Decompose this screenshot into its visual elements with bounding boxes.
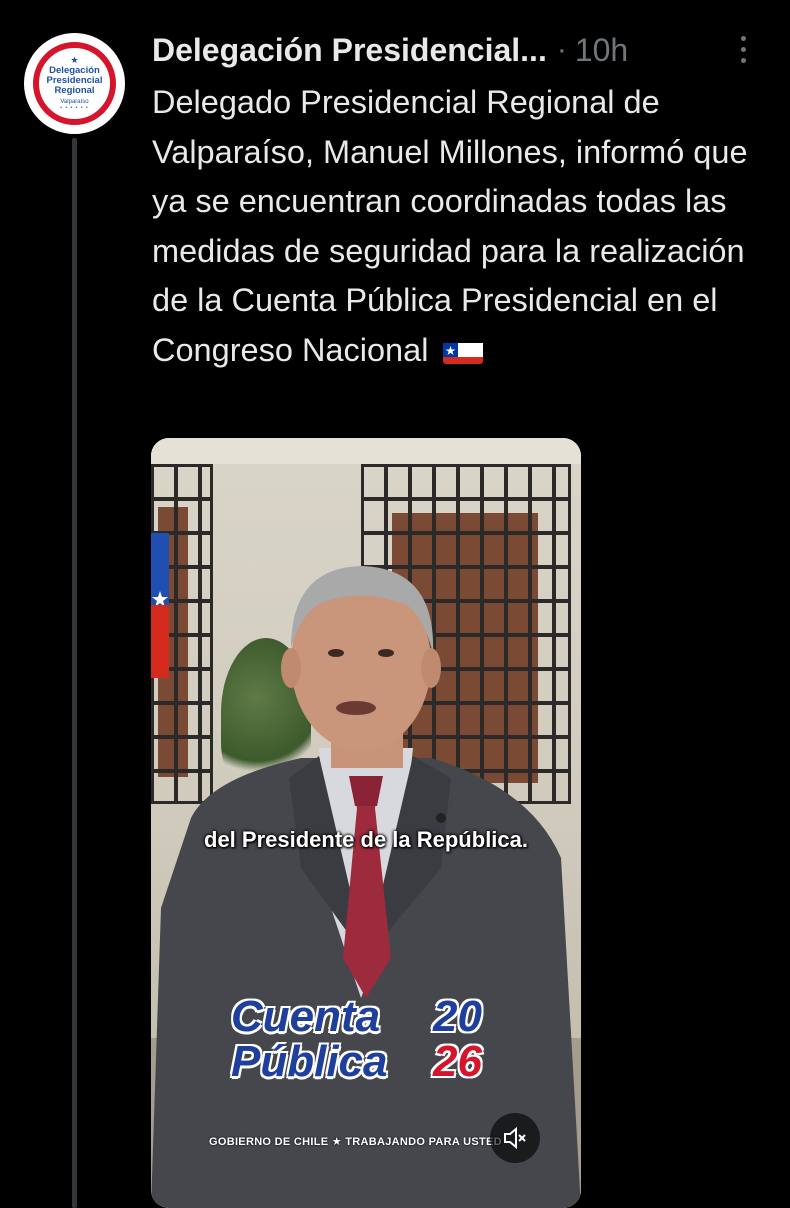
separator: · [556,33,567,66]
post-body: Delegado Presidencial Regional de Valpar… [152,84,748,368]
avatar-logo: ★ Delegación Presidencial Regional Valpa… [33,42,116,125]
video-footer-text: GOBIERNO DE CHILE ★ TRABAJANDO PARA USTE… [209,1136,502,1148]
post-text: Delegado Presidencial Regional de Valpar… [152,78,762,376]
avatar-dots: • • • • • • [60,105,89,111]
avatar[interactable]: ★ Delegación Presidencial Regional Valpa… [24,33,125,134]
star-icon: ★ [70,55,79,65]
logo-year-20: 20 [433,992,482,1041]
more-options-icon[interactable] [737,36,749,66]
author-name[interactable]: Delegación Presidencial... [152,32,547,69]
thread-line [72,138,77,1208]
logo-word-cuenta: Cuenta [231,992,381,1041]
speaker-muted-icon[interactable] [490,1113,540,1163]
logo-year-26: 26 [433,1037,482,1086]
speaker-person [151,566,581,1208]
video-player[interactable]: del Presidente de la República. Cuenta 2… [151,438,581,1208]
post-header: Delegación Presidencial... · 10h [152,28,628,72]
video-subtitle: del Presidente de la República. [204,827,528,852]
chile-flag-emoji [443,336,484,364]
avatar-line-3: Regional [54,85,95,96]
post-time[interactable]: 10h [575,32,628,69]
logo-word-publica: Pública [231,1037,388,1086]
